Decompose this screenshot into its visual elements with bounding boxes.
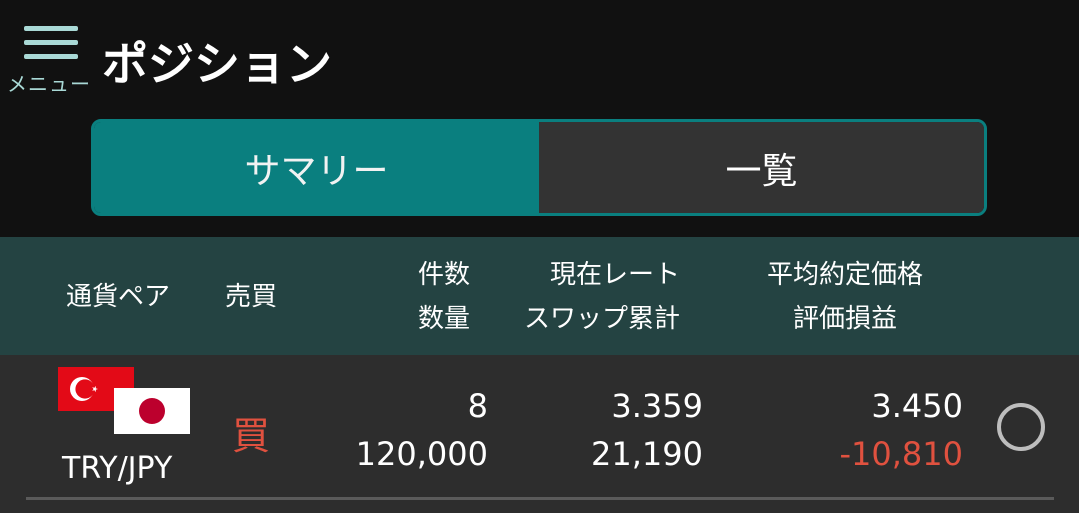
column-header-count-quantity: 件数 数量 [370, 253, 470, 341]
table-header: 通貨ペア 売買 件数 数量 現在レート スワップ累計 平均約定価格 評価損益 [0, 237, 1079, 355]
view-segment-control: サマリー 一覧 [91, 119, 987, 216]
position-row[interactable]: TRY/JPY 買 8 120,000 3.359 21,190 3.450 -… [0, 355, 1079, 513]
swap-total-value: 21,190 [591, 435, 703, 473]
quantity-value: 120,000 [355, 435, 488, 473]
count-value: 8 [467, 387, 488, 425]
japan-flag-icon [114, 388, 190, 434]
menu-button[interactable]: メニュー [6, 22, 92, 96]
tab-list[interactable]: 一覧 [539, 122, 984, 213]
column-header-quantity: 数量 [417, 304, 470, 334]
column-header-pair: 通貨ペア [66, 282, 171, 312]
pair-name: TRY/JPY [62, 451, 173, 486]
column-header-avg-pnl: 平均約定価格 評価損益 [740, 253, 950, 341]
column-header-pnl: 評価損益 [792, 304, 897, 334]
column-header-avg-price: 平均約定価格 [766, 260, 923, 290]
side-label: 買 [232, 414, 271, 458]
column-header-swap-total: スワップ累計 [523, 304, 680, 334]
hamburger-icon [24, 26, 78, 60]
column-header-side: 売買 [225, 282, 278, 312]
column-header-count: 件数 [417, 260, 470, 290]
column-header-rate-swap: 現在レート スワップ累計 [480, 253, 680, 341]
row-divider [26, 497, 1054, 500]
pnl-value: -10,810 [839, 435, 963, 473]
avg-price-value: 3.450 [871, 387, 963, 425]
tab-summary[interactable]: サマリー [94, 122, 539, 213]
page-title: ポジション [102, 37, 332, 91]
menu-label: メニュー [7, 72, 91, 96]
radio-circle-icon[interactable] [997, 403, 1045, 451]
column-header-current-rate: 現在レート [549, 260, 680, 290]
current-rate-value: 3.359 [611, 387, 703, 425]
app-header: メニュー ポジション [0, 0, 1079, 110]
